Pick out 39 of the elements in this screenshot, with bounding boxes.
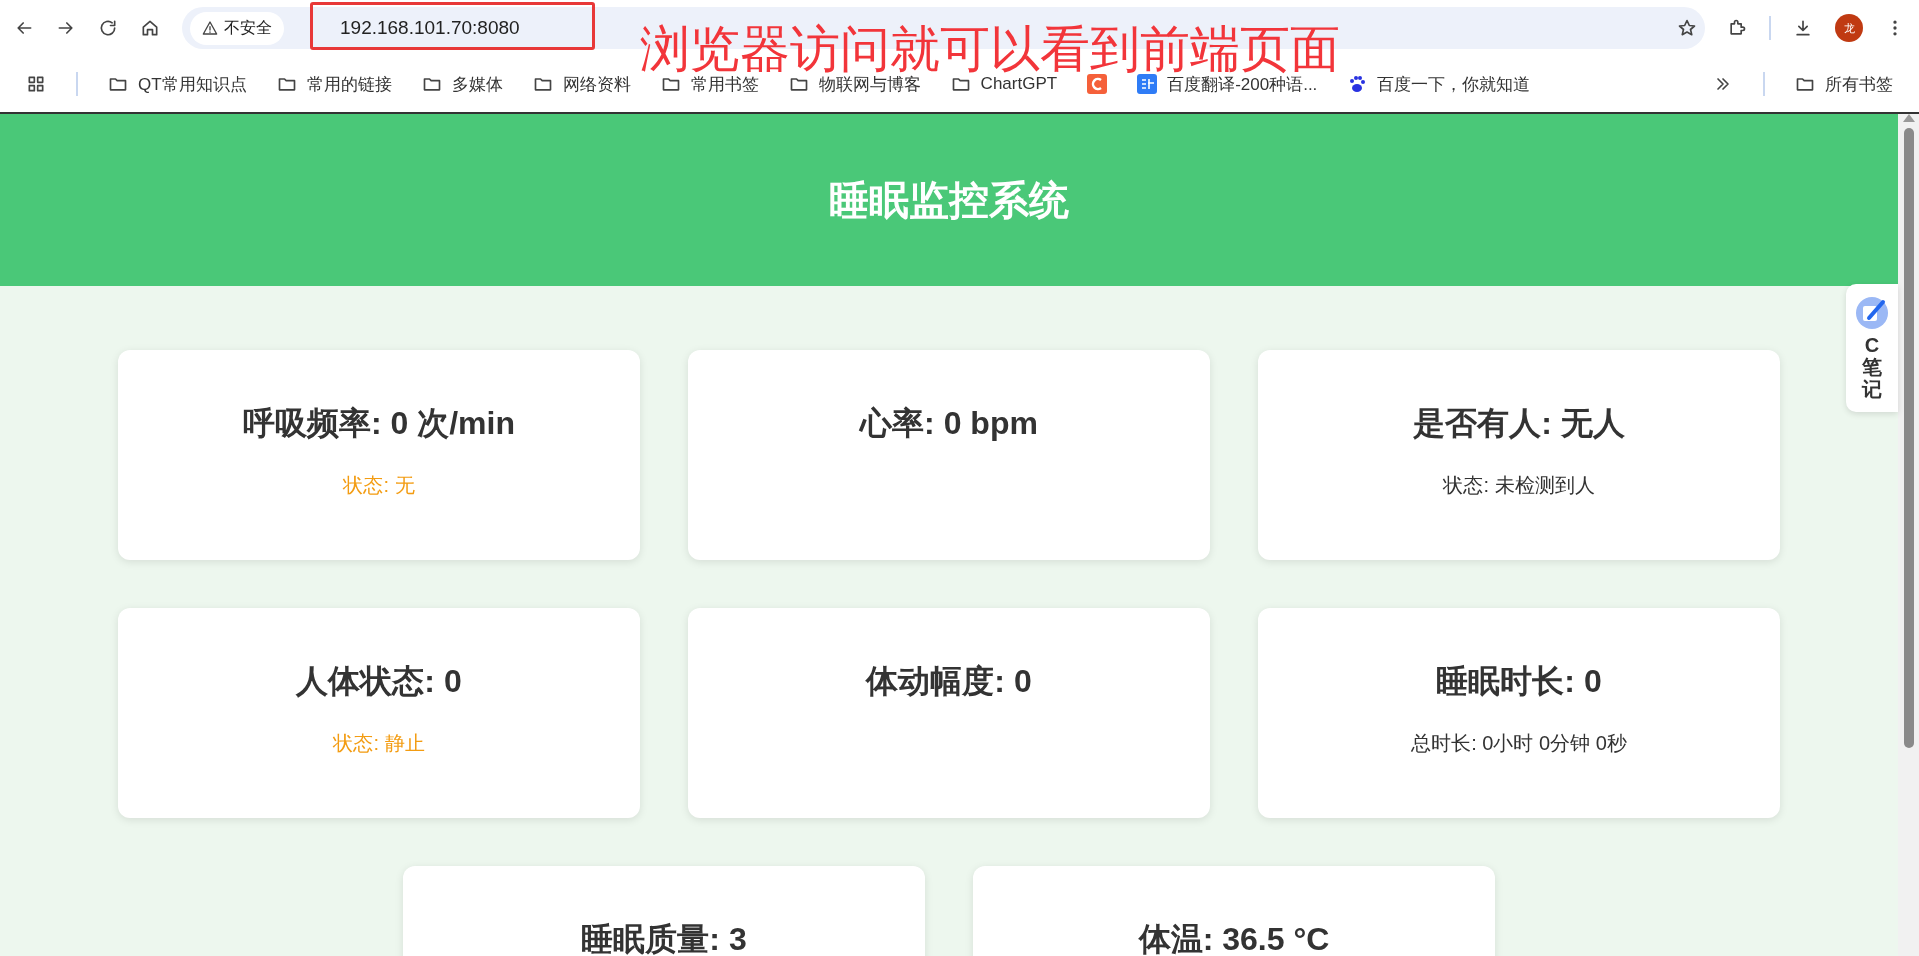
metric-title: 呼吸频率: 0 次/min: [243, 404, 515, 443]
bookmark[interactable]: 多媒体: [451, 72, 503, 96]
metric-title: 人体状态: 0: [296, 662, 462, 701]
metric-status: 状态: 未检测到人: [1443, 473, 1595, 498]
address-field[interactable]: 192.168.101.70:8080: [340, 17, 520, 39]
download-icon[interactable]: [1793, 18, 1813, 38]
scrollbar-thumb[interactable]: [1903, 128, 1914, 748]
profile-avatar[interactable]: 龙: [1835, 14, 1863, 42]
bookmark[interactable]: 百度一下，你就知道: [1377, 72, 1531, 96]
star-icon[interactable]: [1677, 18, 1697, 38]
metric-title: 体动幅度: 0: [866, 662, 1032, 701]
metric-status: 状态: 静止: [333, 731, 425, 756]
metric-title: 睡眠质量: 3: [581, 920, 747, 956]
metric-title: 是否有人: 无人: [1413, 404, 1625, 443]
bookmark[interactable]: 网络资料: [562, 72, 631, 96]
puzzle-icon[interactable]: [1727, 18, 1747, 38]
widget-label[interactable]: C笔记: [1862, 334, 1882, 400]
bookmark[interactable]: 所有书签: [1825, 72, 1893, 96]
bookmark[interactable]: 物联网与博客: [818, 72, 921, 96]
bookmark[interactable]: ChartGPT: [980, 74, 1058, 94]
reload-icon[interactable]: [98, 18, 118, 38]
paw-icon: [1347, 74, 1368, 94]
c-logo-icon: [1087, 74, 1108, 94]
bookmark[interactable]: 常用的链接: [306, 72, 392, 96]
quill-note-icon: [1855, 296, 1889, 330]
apps-icon[interactable]: [26, 74, 46, 94]
notes-widget[interactable]: C笔记: [1846, 284, 1898, 412]
page-title: 睡眠监控系统: [829, 176, 1069, 224]
bookmark[interactable]: 百度翻译-200种语...: [1167, 72, 1318, 96]
metric-title: 体温: 36.5 °C: [1138, 920, 1330, 956]
metric-status: 状态: 无: [343, 473, 415, 498]
metric-title: 睡眠时长: 0: [1436, 662, 1602, 701]
metric-status: 总时长: 0小时 0分钟 0秒: [1411, 731, 1627, 756]
metric-title: 心率: 0 bpm: [860, 404, 1038, 443]
bookmark[interactable]: 常用书签: [690, 72, 759, 96]
home-icon[interactable]: [140, 18, 160, 38]
warning-icon[interactable]: [202, 20, 218, 36]
bookmark[interactable]: QT常用知识点: [138, 72, 247, 96]
translate-icon: [1137, 74, 1158, 94]
